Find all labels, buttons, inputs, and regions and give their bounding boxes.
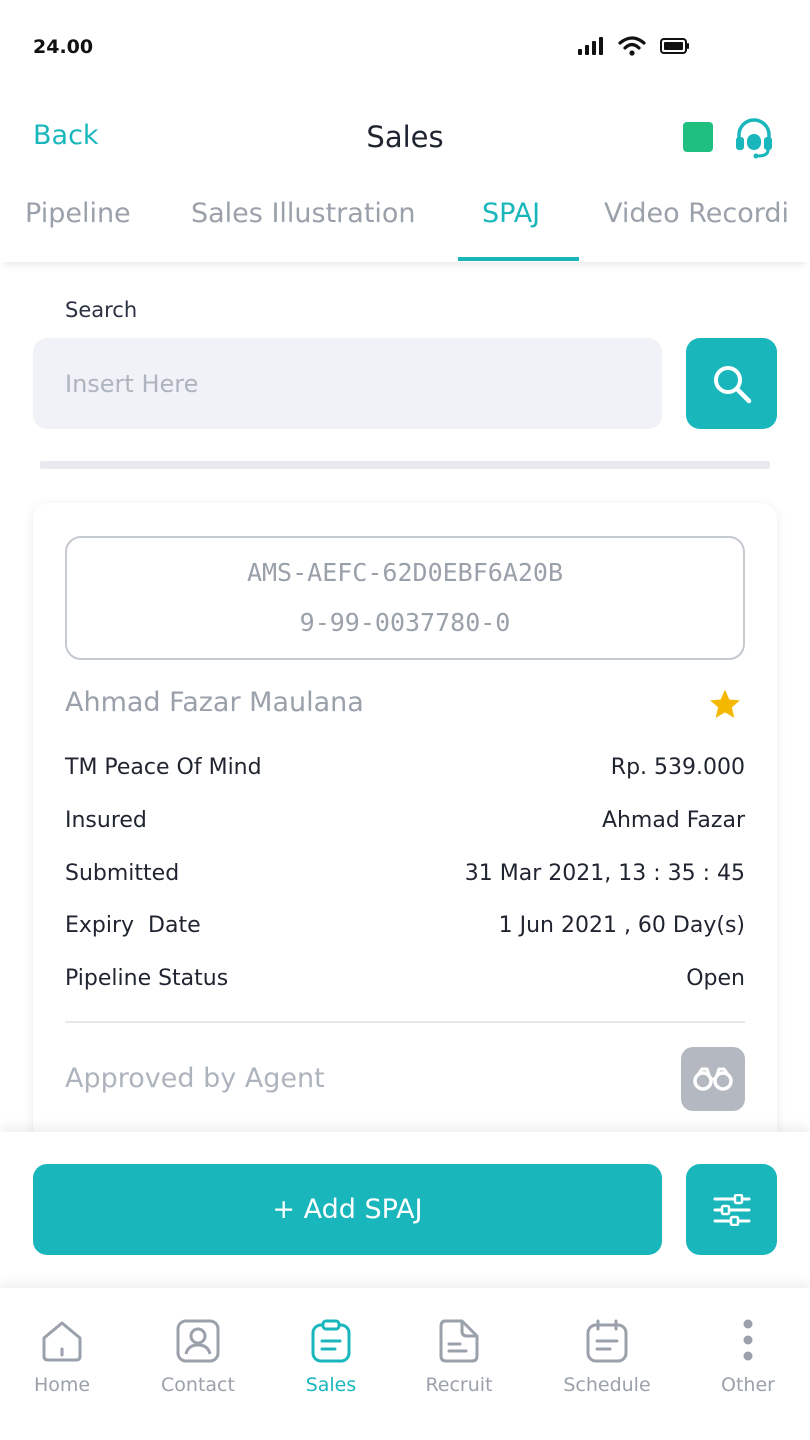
spaj-reference-number: AMS-AEFC-62D0EBF6A20B: [246, 558, 564, 587]
nav-home[interactable]: Home: [2, 1318, 122, 1396]
status-square-icon[interactable]: [683, 122, 713, 152]
status-icons: [578, 36, 690, 56]
card-divider: [65, 1021, 745, 1023]
app-header: Back Sales: [0, 100, 810, 178]
search-input[interactable]: [33, 338, 662, 429]
detail-label: Insured: [65, 808, 147, 833]
detail-row-insured: Insured Ahmad Fazar: [65, 808, 745, 842]
nav-label: Recruit: [425, 1374, 493, 1396]
tab-bar: Pipeline Sales Illustration SPAJ Video R…: [0, 188, 810, 262]
nav-label: Other: [721, 1374, 775, 1396]
contact-icon: [176, 1319, 220, 1363]
star-icon[interactable]: [707, 687, 743, 723]
policy-holder-name: Ahmad Fazar Maulana: [65, 687, 364, 718]
sliders-icon: [713, 1193, 750, 1226]
filter-button[interactable]: [686, 1164, 777, 1255]
search-icon: [713, 365, 751, 403]
view-details-button[interactable]: [681, 1047, 745, 1111]
nav-label: Contact: [161, 1374, 235, 1396]
spaj-policy-number: 9-99-0037780-0: [299, 608, 511, 637]
tab-video-recording[interactable]: Video Recordi: [604, 198, 789, 229]
nav-label: Schedule: [563, 1374, 651, 1396]
search-button[interactable]: [686, 338, 777, 429]
status-time: 24.00: [33, 36, 94, 58]
add-spaj-button[interactable]: + Add SPAJ: [33, 1164, 662, 1255]
recruit-icon: [439, 1319, 479, 1363]
headset-icon[interactable]: [734, 117, 774, 159]
nav-other[interactable]: Other: [688, 1318, 808, 1396]
detail-row-submitted: Submitted 31 Mar 2021, 13 : 35 : 45: [65, 861, 745, 895]
detail-row-expiry-date: Expiry Date 1 Jun 2021 , 60 Day(s): [65, 913, 745, 947]
detail-value: Ahmad Fazar: [601, 808, 745, 833]
more-icon: [743, 1319, 753, 1361]
tab-sales-illustration[interactable]: Sales Illustration: [191, 198, 416, 229]
detail-row-pipeline-status: Pipeline Status Open: [65, 966, 745, 1000]
nav-label: Home: [33, 1374, 91, 1396]
action-bar: + Add SPAJ: [0, 1132, 810, 1288]
nav-sales[interactable]: Sales: [271, 1318, 391, 1396]
spaj-id-box: AMS-AEFC-62D0EBF6A20B 9-99-0037780-0: [65, 536, 745, 660]
calendar-icon: [586, 1319, 628, 1363]
bottom-navigation: Home Contact Sales Recruit Schedule Othe…: [0, 1288, 810, 1440]
detail-value: 31 Mar 2021, 13 : 35 : 45: [464, 861, 745, 886]
status-bar: 24.00: [0, 0, 810, 95]
active-tab-indicator: [458, 257, 579, 261]
signal-icon: [578, 37, 603, 55]
sales-icon: [311, 1319, 351, 1363]
tab-pipeline[interactable]: Pipeline: [25, 198, 131, 229]
nav-schedule[interactable]: Schedule: [547, 1318, 667, 1396]
detail-value: Open: [686, 966, 745, 991]
detail-label: Submitted: [65, 861, 180, 886]
binoculars-icon: [693, 1067, 733, 1091]
section-divider: [40, 461, 770, 469]
spaj-card[interactable]: AMS-AEFC-62D0EBF6A20B 9-99-0037780-0 Ahm…: [33, 503, 777, 1163]
detail-label: Expiry Date: [65, 913, 201, 938]
nav-label: Sales: [305, 1374, 357, 1396]
detail-label: Pipeline Status: [65, 966, 229, 991]
detail-row-product: TM Peace Of Mind Rp. 539.000: [65, 755, 745, 789]
nav-contact[interactable]: Contact: [138, 1318, 258, 1396]
approval-status: Approved by Agent: [65, 1063, 325, 1094]
detail-label: TM Peace Of Mind: [65, 755, 262, 780]
detail-value: 1 Jun 2021 , 60 Day(s): [498, 913, 745, 938]
home-icon: [42, 1321, 82, 1362]
tab-spaj[interactable]: SPAJ: [482, 198, 540, 229]
nav-recruit[interactable]: Recruit: [399, 1318, 519, 1396]
detail-value: Rp. 539.000: [610, 755, 745, 780]
battery-icon: [660, 38, 689, 54]
search-label: Search: [65, 298, 138, 322]
wifi-icon: [618, 36, 646, 56]
